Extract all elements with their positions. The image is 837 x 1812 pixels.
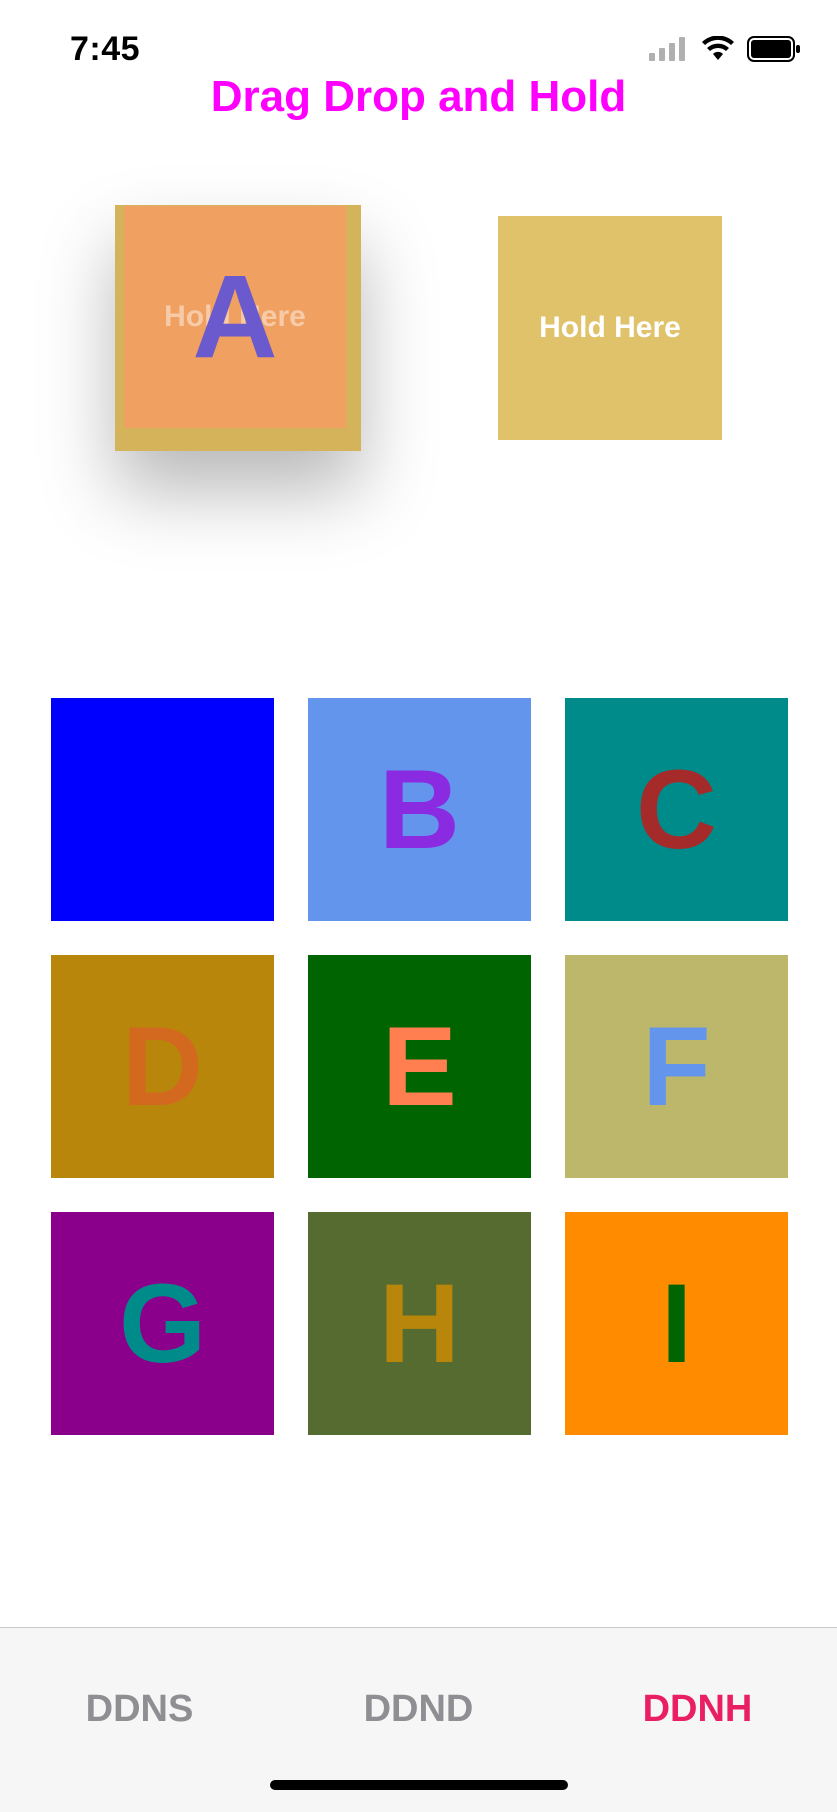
drop-zone-2[interactable]: Hold Here [498,216,722,440]
battery-icon [747,36,800,62]
grid-tile-e[interactable]: E [308,955,531,1178]
grid-tile-g[interactable]: G [51,1212,274,1435]
tile-letter: H [379,1260,460,1386]
dragging-tile[interactable]: Hold Here A [124,206,346,428]
home-indicator[interactable] [270,1780,568,1790]
grid-tile-i[interactable]: I [565,1212,788,1435]
tab-ddns[interactable]: DDNS [0,1688,279,1731]
tile-letter: I [660,1260,693,1386]
grid-tile-h[interactable]: H [308,1212,531,1435]
grid-tile-d[interactable]: D [51,955,274,1178]
tile-letter: C [636,746,717,872]
dragging-tile-letter: A [192,251,278,383]
drop-zone-2-label: Hold Here [539,311,681,344]
grid-tile-c[interactable]: C [565,698,788,921]
page-title: Drag Drop and Hold [210,72,627,121]
tile-letter: D [122,1003,203,1129]
status-time: 7:45 [70,30,141,68]
status-icons [649,36,801,62]
tile-letter: G [118,1260,207,1386]
tile-grid: B C D E F G H I [51,698,788,1435]
tile-letter: B [379,746,460,872]
wifi-icon [702,36,734,60]
grid-tile-empty[interactable] [51,698,274,921]
tab-ddnd[interactable]: DDND [279,1688,558,1731]
grid-tile-f[interactable]: F [565,955,788,1178]
tile-letter: E [382,1003,457,1129]
tile-letter: F [642,1003,711,1129]
grid-tile-b[interactable]: B [308,698,531,921]
cellular-signal-icon [649,37,685,61]
tab-ddnh[interactable]: DDNH [558,1688,837,1731]
